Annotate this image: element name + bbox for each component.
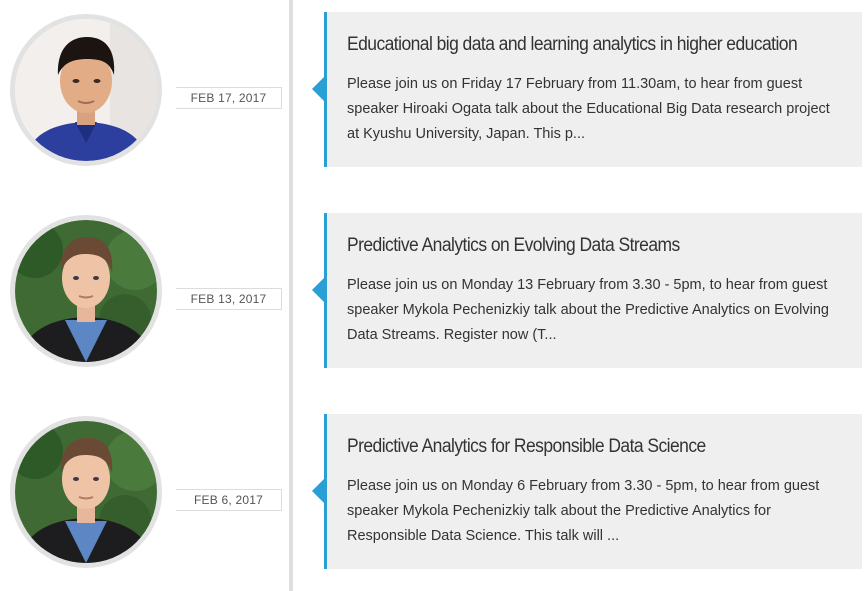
event-card[interactable]: Educational big data and learning analyt… <box>312 12 862 167</box>
speaker-photo <box>15 19 157 161</box>
speaker-photo <box>15 421 157 563</box>
card-pointer-arrow <box>312 479 324 503</box>
event-excerpt: Please join us on Friday 17 February fro… <box>347 76 830 142</box>
event-excerpt: Please join us on Monday 13 February fro… <box>347 277 829 343</box>
event-excerpt: Please join us on Monday 6 February from… <box>347 478 820 544</box>
event-title[interactable]: Predictive Analytics for Responsible Dat… <box>347 436 802 458</box>
speaker-avatar[interactable] <box>10 215 162 367</box>
speaker-photo <box>15 220 157 362</box>
speaker-avatar[interactable] <box>10 416 162 568</box>
event-card[interactable]: Predictive Analytics for Responsible Dat… <box>312 414 862 569</box>
card-pointer-arrow <box>312 278 324 302</box>
timeline-entry: FEB 13, 2017 Predictive Analytics on Evo… <box>0 201 868 381</box>
speaker-avatar[interactable] <box>10 14 162 166</box>
timeline-entry: FEB 17, 2017 Educational big data and le… <box>0 0 868 180</box>
event-card[interactable]: Predictive Analytics on Evolving Data St… <box>312 213 862 368</box>
event-date: FEB 17, 2017 <box>176 87 282 109</box>
card-pointer-arrow <box>312 77 324 101</box>
event-title[interactable]: Educational big data and learning analyt… <box>347 34 802 56</box>
event-date: FEB 13, 2017 <box>176 288 282 310</box>
event-title[interactable]: Predictive Analytics on Evolving Data St… <box>347 235 802 257</box>
timeline-entry: FEB 6, 2017 Predictive Analytics for Res… <box>0 402 868 582</box>
event-date: FEB 6, 2017 <box>176 489 282 511</box>
